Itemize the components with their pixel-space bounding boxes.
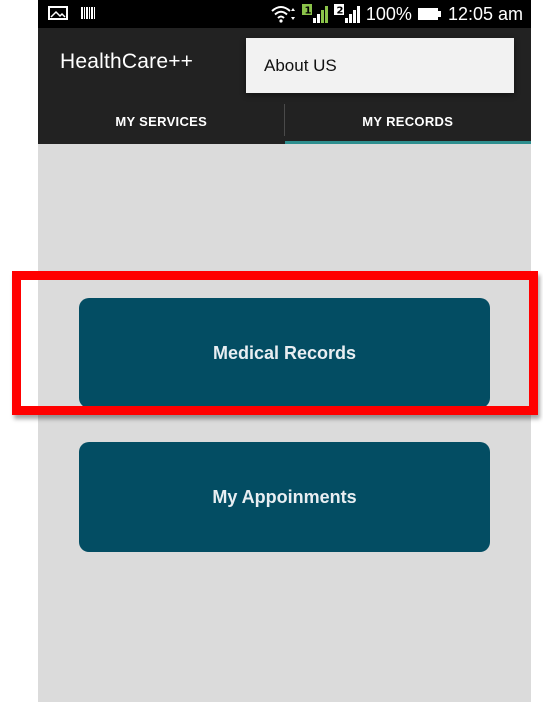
screenshot-canvas: 1 2 100% 12:05 am HealthCare++ MY SERVIC… bbox=[0, 0, 543, 702]
overflow-menu: About US bbox=[246, 38, 514, 93]
my-appointments-button[interactable]: My Appoinments bbox=[79, 442, 490, 552]
tab-divider bbox=[284, 104, 285, 136]
gallery-icon bbox=[48, 5, 68, 21]
menu-item-about-us[interactable]: About US bbox=[264, 56, 337, 76]
medical-records-button[interactable]: Medical Records bbox=[79, 298, 490, 408]
my-appointments-label: My Appoinments bbox=[212, 486, 357, 507]
tab-my-services[interactable]: MY SERVICES bbox=[38, 98, 285, 144]
phone-screen: 1 2 100% 12:05 am HealthCare++ MY SERVIC… bbox=[38, 0, 531, 702]
battery-icon bbox=[417, 7, 442, 21]
status-bar-right: 1 2 100% 12:05 am bbox=[270, 3, 523, 25]
status-time: 12:05 am bbox=[447, 4, 523, 24]
signal-sim2-icon: 2 bbox=[333, 4, 360, 24]
status-bar-left bbox=[48, 5, 96, 21]
signal-sim1-icon: 1 bbox=[301, 4, 328, 24]
wifi-icon bbox=[270, 4, 296, 24]
sim1-label: 1 bbox=[304, 6, 311, 17]
tab-my-records-label: MY RECORDS bbox=[362, 113, 454, 129]
medical-records-label: Medical Records bbox=[212, 342, 357, 363]
barcode-icon bbox=[80, 5, 96, 21]
status-bar: 1 2 100% 12:05 am bbox=[38, 0, 531, 28]
app-title: HealthCare++ bbox=[60, 50, 194, 73]
battery-percent: 100% bbox=[365, 4, 412, 24]
sim2-label: 2 bbox=[336, 6, 343, 17]
tab-my-records[interactable]: MY RECORDS bbox=[284, 98, 531, 144]
tab-my-services-label: MY SERVICES bbox=[115, 113, 208, 129]
tab-selected-indicator bbox=[284, 141, 531, 144]
